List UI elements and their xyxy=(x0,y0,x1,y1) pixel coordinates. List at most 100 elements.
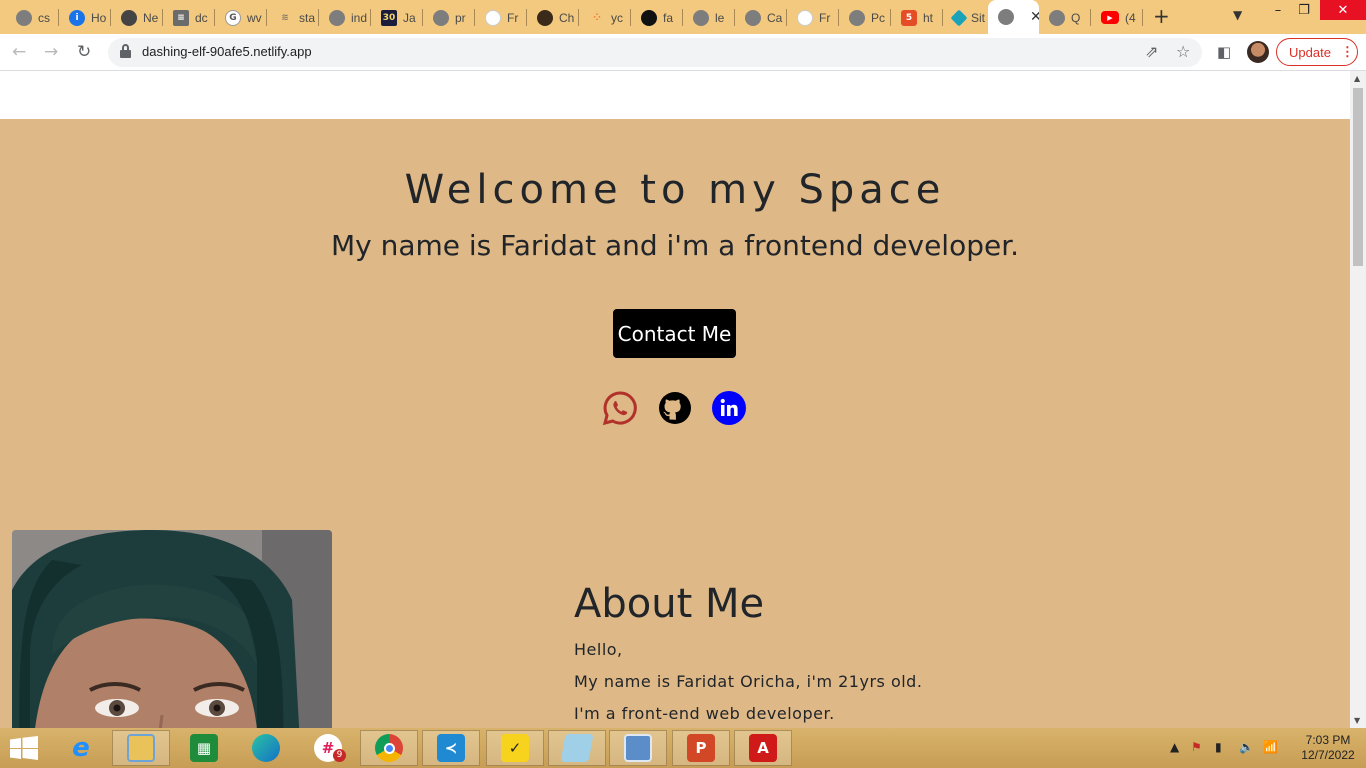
about-line: My name is Faridat Oricha, i'm 21yrs old… xyxy=(574,672,923,691)
browser-tab[interactable]: ≡ dc xyxy=(163,5,215,30)
youtube-icon: ▶ xyxy=(1101,11,1119,24)
scroll-thumb[interactable] xyxy=(1353,88,1363,266)
browser-tab[interactable]: le xyxy=(683,5,735,30)
browser-tab[interactable]: Fr xyxy=(475,5,527,30)
share-icon[interactable]: ⇗ xyxy=(1145,42,1158,61)
profile-photo xyxy=(12,530,332,728)
globe-icon xyxy=(1049,9,1065,26)
volume-icon[interactable]: 🔈 xyxy=(1239,740,1254,754)
acrobat-icon[interactable]: A xyxy=(734,730,792,766)
reload-button[interactable]: ↻ xyxy=(77,42,91,62)
hero-section: Welcome to my Space My name is Faridat a… xyxy=(0,119,1350,728)
scroll-down-icon[interactable]: ▼ xyxy=(1354,716,1360,725)
document-icon: ≡ xyxy=(173,9,189,26)
bookmark-star-icon[interactable]: ☆ xyxy=(1176,42,1190,61)
browser-tab[interactable]: cs xyxy=(6,5,59,30)
tab-strip: cs i Ho Ne ≡ dc Gwv ≋ sta ind 30 Ja pr Fr Ch… xyxy=(0,0,1366,34)
globe-icon xyxy=(849,9,865,26)
vscode-icon[interactable]: ≺ xyxy=(422,730,480,766)
sticky-notes-icon[interactable]: ✓ xyxy=(486,730,544,766)
browser-toolbar: ← → ↻ dashing-elf-90afe5.netlify.app ⇗ ☆… xyxy=(0,34,1366,71)
url-text[interactable]: dashing-elf-90afe5.netlify.app xyxy=(142,44,312,59)
internet-explorer-icon[interactable]: e xyxy=(52,730,110,766)
action-center-flag-icon[interactable]: ⚑ xyxy=(1191,740,1202,754)
browser-tab[interactable]: Ch xyxy=(527,5,579,30)
github-icon[interactable] xyxy=(657,390,693,426)
profile-avatar[interactable] xyxy=(1247,41,1269,63)
about-title: About Me xyxy=(574,581,765,627)
browser-tab[interactable]: 5 ht xyxy=(891,5,943,30)
github-icon xyxy=(641,9,657,26)
hero-subtitle: My name is Faridat and i'm a frontend de… xyxy=(330,229,1020,262)
globe-icon xyxy=(16,9,32,26)
notepad-icon[interactable] xyxy=(548,730,606,766)
browser-tab[interactable]: Ne xyxy=(111,5,163,30)
system-clock[interactable]: 7:03 PM 12/7/2022 xyxy=(1296,733,1360,763)
globe-icon xyxy=(745,9,761,26)
browser-tab[interactable]: Sit xyxy=(943,5,988,30)
restore-button[interactable]: ❐ xyxy=(1290,0,1318,20)
globe-icon xyxy=(329,9,345,26)
freecodecamp-icon xyxy=(797,9,813,26)
browser-tab[interactable]: ⁘ yc xyxy=(579,5,631,30)
stack-icon: ≋ xyxy=(281,12,289,23)
tab-search-chevron-icon[interactable]: ▼ xyxy=(1233,8,1242,22)
back-button[interactable]: ← xyxy=(12,42,26,62)
powerpoint-icon[interactable]: P xyxy=(672,730,730,766)
globe-icon xyxy=(433,9,449,26)
browser-tab[interactable]: Q xyxy=(1039,5,1091,30)
windows-start-icon[interactable] xyxy=(10,736,38,760)
browser-tab[interactable]: 30 Ja xyxy=(371,5,423,30)
browser-tab[interactable]: Pc xyxy=(839,5,891,30)
edge-icon[interactable] xyxy=(237,730,295,766)
browser-tab[interactable]: Fr xyxy=(787,5,839,30)
clock-date: 12/7/2022 xyxy=(1301,748,1355,762)
about-line: I'm a front-end web developer. xyxy=(574,704,835,723)
browser-tab[interactable]: pr xyxy=(423,5,475,30)
globe-icon xyxy=(693,9,709,26)
network-signal-icon[interactable]: 📶 xyxy=(1263,740,1278,754)
browser-tab[interactable]: i Ho xyxy=(59,5,111,30)
contact-me-button[interactable]: Contact Me xyxy=(613,309,736,358)
new-tab-button[interactable]: + xyxy=(1153,5,1170,27)
whatsapp-icon[interactable] xyxy=(602,390,638,426)
menu-dots-icon: ⋮ xyxy=(1340,44,1354,59)
browser-tab[interactable]: Ca xyxy=(735,5,787,30)
address-bar[interactable]: dashing-elf-90afe5.netlify.app ⇗ ☆ xyxy=(108,38,1202,67)
scroll-up-icon[interactable]: ▲ xyxy=(1354,74,1360,83)
clock-time: 7:03 PM xyxy=(1305,733,1351,747)
linkedin-icon[interactable] xyxy=(711,390,747,426)
browser-tab[interactable]: fa xyxy=(631,5,683,30)
site-navbar xyxy=(0,71,1350,119)
browser-tab[interactable]: ≋ sta xyxy=(267,5,319,30)
browser-tab[interactable]: ▶ (4 xyxy=(1091,5,1143,30)
battery-icon[interactable]: ▮ xyxy=(1215,740,1222,754)
slack-icon[interactable]: #9 xyxy=(299,730,357,766)
file-explorer-icon[interactable] xyxy=(112,730,170,766)
side-panel-icon[interactable]: ◧ xyxy=(1217,43,1231,61)
chrome-icon[interactable] xyxy=(360,730,418,766)
info-icon: i xyxy=(69,9,85,26)
forward-button[interactable]: → xyxy=(44,42,58,62)
html5-icon: 5 xyxy=(901,9,917,26)
browser-tab[interactable]: ind xyxy=(319,5,371,30)
store-icon[interactable]: ▦ xyxy=(175,730,233,766)
photos-icon[interactable] xyxy=(609,730,667,766)
google-icon: G xyxy=(225,9,241,26)
page-viewport: Welcome to my Space My name is Faridat a… xyxy=(0,71,1350,728)
diamond-icon xyxy=(950,9,968,26)
lock-icon[interactable] xyxy=(120,44,131,58)
hero-title: Welcome to my Space xyxy=(404,167,946,213)
browser-tab-active[interactable]: ✕ xyxy=(988,0,1039,34)
show-hidden-icons-icon[interactable]: ▲ xyxy=(1170,740,1179,754)
ycombinator-icon: ⁘ xyxy=(593,12,601,23)
page-scrollbar[interactable]: ▲ ▼ xyxy=(1350,71,1366,728)
slack-badge: 9 xyxy=(333,749,346,762)
browser-tab[interactable]: Gwv xyxy=(215,5,267,30)
close-tab-icon[interactable]: ✕ xyxy=(1030,9,1039,25)
js30-icon: 30 xyxy=(381,9,397,26)
avatar-icon xyxy=(537,9,553,26)
update-button[interactable]: Update ⋮ xyxy=(1276,38,1358,66)
close-window-button[interactable]: ✕ xyxy=(1320,0,1366,20)
about-line: Hello, xyxy=(574,640,623,659)
